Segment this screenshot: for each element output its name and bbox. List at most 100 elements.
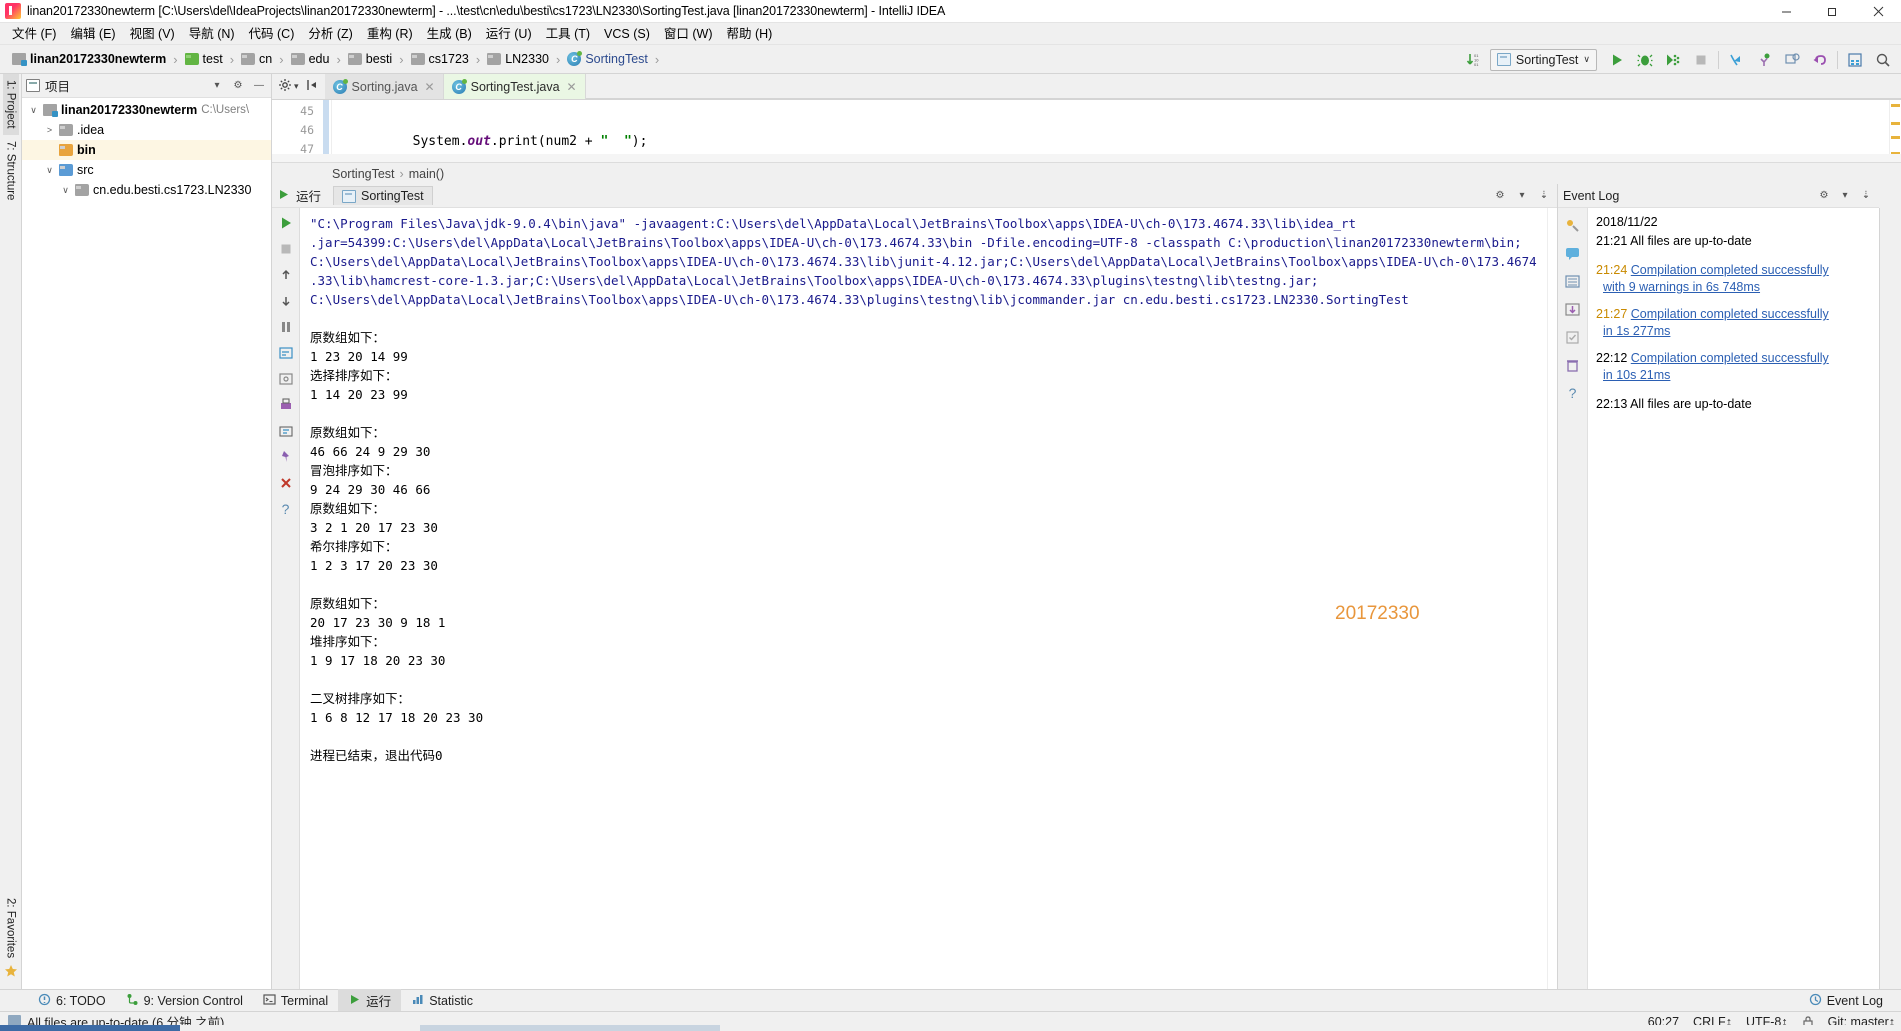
menu-run[interactable]: 运行 (U) <box>479 23 539 45</box>
close-icon[interactable]: ✕ <box>567 80 577 94</box>
tool-button-terminal[interactable]: Terminal <box>253 991 338 1011</box>
gear-icon[interactable]: ⚙ <box>1492 188 1508 204</box>
settings-button[interactable] <box>275 368 297 390</box>
rerun-button[interactable] <box>275 212 297 234</box>
minimize-button[interactable] <box>1763 0 1809 23</box>
hide-panel-icon[interactable] <box>305 78 319 95</box>
vcs-history-icon[interactable] <box>1778 47 1806 73</box>
sidebar-item-structure[interactable]: 7: Structure <box>3 135 19 206</box>
editor-tab-sorting[interactable]: C Sorting.java ✕ <box>324 74 444 99</box>
favorites-star-icon[interactable] <box>4 964 18 989</box>
collapse-all-icon[interactable]: ▾ <box>209 78 225 94</box>
vcs-commit-icon[interactable] <box>1750 47 1778 73</box>
code-editor[interactable]: 45 46 47 48 System.out.print(num2 + " ")… <box>272 100 1901 154</box>
chevron-down-icon[interactable]: ∨ <box>60 185 71 196</box>
chevron-down-icon[interactable]: ▾ <box>294 81 299 92</box>
breadcrumb-item-sortingtest[interactable]: C SortingTest <box>565 51 650 67</box>
settings-gear-icon[interactable] <box>1562 214 1584 236</box>
menu-tools[interactable]: 工具 (T) <box>539 23 597 45</box>
help-icon[interactable]: ? <box>1562 382 1584 404</box>
event-log-link-second-line[interactable]: with 9 warnings in 6s 748ms <box>1596 279 1873 296</box>
warning-marker[interactable] <box>1891 152 1900 154</box>
delete-icon[interactable] <box>1562 354 1584 376</box>
breadcrumb-method[interactable]: main() <box>409 167 444 181</box>
editor-scrollbar[interactable] <box>1889 100 1901 154</box>
editor-tab-sortingtest[interactable]: C SortingTest.java ✕ <box>443 74 586 99</box>
menu-build[interactable]: 生成 (B) <box>420 23 479 45</box>
tool-button-version-control[interactable]: 9: Version Control <box>116 991 253 1011</box>
warning-marker[interactable] <box>1891 122 1900 125</box>
update-project-icon[interactable]: 01 10 01 <box>1460 47 1488 73</box>
project-tree[interactable]: ∨ linan20172330newterm C:\Users\ > .idea… <box>22 98 271 989</box>
scroll-down-button[interactable] <box>275 290 297 312</box>
breadcrumb-item-test[interactable]: test <box>183 51 225 67</box>
breadcrumb-item-project[interactable]: linan20172330newterm <box>10 51 168 67</box>
tool-button-statistic[interactable]: Statistic <box>401 991 483 1011</box>
hide-panel-icon[interactable]: ⇣ <box>1858 188 1874 204</box>
menu-view[interactable]: 视图 (V) <box>123 23 182 45</box>
menu-vcs[interactable]: VCS (S) <box>597 23 657 45</box>
tree-node-src[interactable]: ∨ src <box>22 160 271 180</box>
warning-marker[interactable] <box>1891 136 1900 139</box>
run-with-coverage-button[interactable] <box>1659 47 1687 73</box>
menu-analyze[interactable]: 分析 (Z) <box>301 23 359 45</box>
tool-button-event-log[interactable]: Event Log <box>1799 991 1893 1011</box>
debug-button[interactable] <box>1631 47 1659 73</box>
breadcrumb-item-besti[interactable]: besti <box>346 51 394 67</box>
chevron-down-icon[interactable]: ▾ <box>1514 188 1530 204</box>
gear-icon[interactable]: ⚙ <box>1816 188 1832 204</box>
breadcrumb-item-cs1723[interactable]: cs1723 <box>409 51 471 67</box>
search-everywhere-icon[interactable] <box>1869 47 1897 73</box>
vcs-revert-icon[interactable] <box>1806 47 1834 73</box>
gear-icon[interactable] <box>278 78 292 95</box>
tree-node-bin[interactable]: bin <box>22 140 271 160</box>
sidebar-item-favorites[interactable]: 2: Favorites <box>3 892 19 964</box>
chevron-right-icon[interactable]: > <box>44 125 55 135</box>
menu-refactor[interactable]: 重构 (R) <box>360 23 420 45</box>
menu-help[interactable]: 帮助 (H) <box>720 23 780 45</box>
menu-file[interactable]: 文件 (F) <box>5 23 63 45</box>
warning-marker[interactable] <box>1891 104 1900 107</box>
menu-code[interactable]: 代码 (C) <box>242 23 302 45</box>
menu-navigate[interactable]: 导航 (N) <box>182 23 242 45</box>
tool-button-todo[interactable]: 6: TODO <box>28 991 116 1011</box>
help-button[interactable]: ? <box>275 498 297 520</box>
event-log-link-second-line[interactable]: in 1s 277ms <box>1596 323 1873 340</box>
console-output[interactable]: "C:\Program Files\Java\jdk-9.0.4\bin\jav… <box>300 208 1547 989</box>
scroll-up-button[interactable] <box>275 264 297 286</box>
pause-button[interactable] <box>275 316 297 338</box>
close-button[interactable] <box>1855 0 1901 23</box>
maximize-button[interactable] <box>1809 0 1855 23</box>
print-button[interactable] <box>275 394 297 416</box>
close-icon[interactable]: ✕ <box>425 80 435 94</box>
breadcrumb-class[interactable]: SortingTest <box>332 167 395 181</box>
run-configuration-selector[interactable]: SortingTest ∨ <box>1489 48 1597 71</box>
editor-horizontal-scrollbar[interactable] <box>272 154 1901 162</box>
event-log-link[interactable]: Compilation completed successfully <box>1631 307 1829 321</box>
import-icon[interactable] <box>1562 298 1584 320</box>
event-log-link[interactable]: Compilation completed successfully <box>1631 263 1829 277</box>
tree-node-project[interactable]: ∨ linan20172330newterm C:\Users\ <box>22 100 271 120</box>
run-tab-sortingtest[interactable]: SortingTest <box>333 186 433 205</box>
close-button[interactable] <box>275 472 297 494</box>
notifications-icon[interactable] <box>1562 242 1584 264</box>
chevron-down-icon[interactable]: ▾ <box>1837 188 1853 204</box>
clear-all-icon[interactable] <box>1562 326 1584 348</box>
breadcrumb-item-cn[interactable]: cn <box>239 51 274 67</box>
chevron-down-icon[interactable]: ∨ <box>44 165 55 176</box>
gear-icon[interactable]: ⚙ <box>230 78 246 94</box>
code-text[interactable]: System.out.print(num2 + " "); Sorting.He… <box>332 100 1901 154</box>
pin-button[interactable] <box>275 446 297 468</box>
menu-edit[interactable]: 编辑 (E) <box>63 23 122 45</box>
code-fold-column[interactable] <box>320 100 332 154</box>
tool-button-run[interactable]: 运行 <box>338 989 402 1012</box>
run-button[interactable] <box>1603 47 1631 73</box>
tree-node-idea[interactable]: > .idea <box>22 120 271 140</box>
console-scrollbar[interactable] <box>1547 208 1557 989</box>
menu-window[interactable]: 窗口 (W) <box>657 23 720 45</box>
ide-settings-icon[interactable] <box>1562 270 1584 292</box>
database-icon[interactable] <box>1841 47 1869 73</box>
export-button[interactable] <box>275 420 297 442</box>
soft-wrap-button[interactable] <box>275 342 297 364</box>
event-log-link[interactable]: Compilation completed successfully <box>1631 351 1829 365</box>
